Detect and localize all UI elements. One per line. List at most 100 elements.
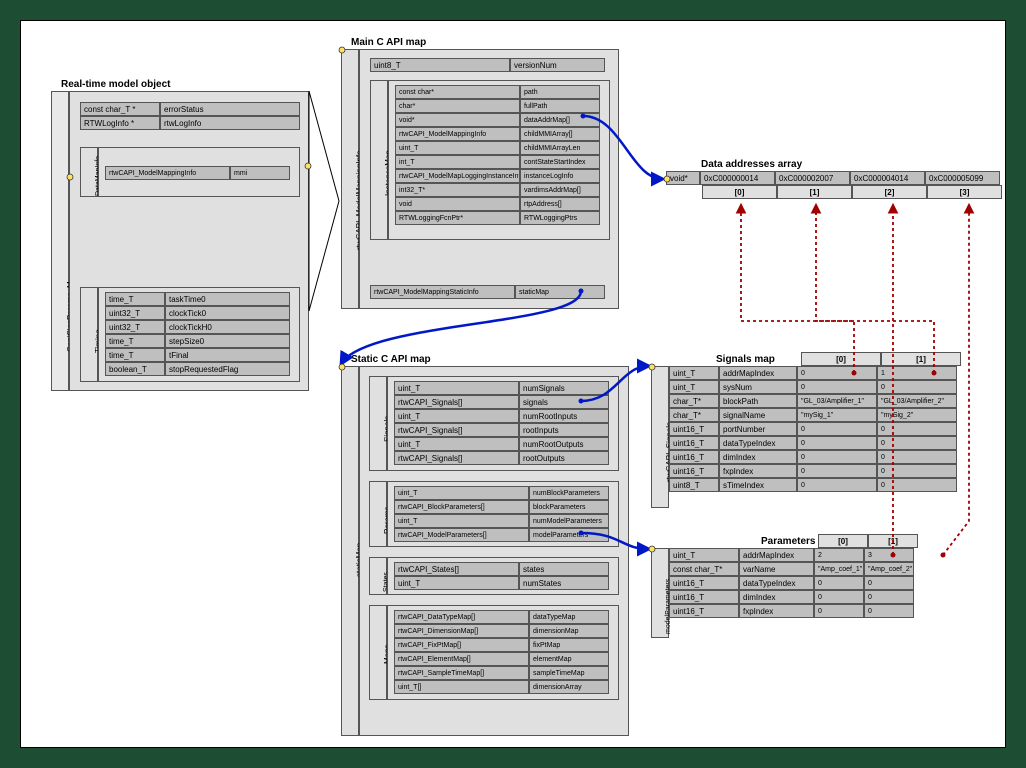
name-cell: dataTypeIndex [719,436,797,450]
addr-value: 0xC000000014 [700,171,775,185]
type-cell: time_T [105,348,165,362]
type-cell: uint32_T [105,320,165,334]
type-cell: uint16_T [669,436,719,450]
static-st-strip: States [369,557,387,595]
name-cell: path [520,85,600,99]
type-cell: uint16_T [669,604,739,618]
static-par-strip: Params [369,481,387,547]
type-cell: const char_T * [80,102,160,116]
addr-type: void* [666,171,700,185]
type-cell: rtwCAPI_ModelMappingStaticInfo [370,285,515,299]
name-cell: tFinal [165,348,290,362]
addr-index: [3] [927,185,1002,199]
value-cell: 0 [877,478,957,492]
static-outer-strip: staticMap [341,366,359,736]
name-cell: errorStatus [160,102,300,116]
name-cell: sampleTimeMap [529,666,609,680]
value-cell: 0 [864,604,914,618]
type-cell: rtwCAPI_DataTypeMap[] [394,610,529,624]
static-mp-box: rtwCAPI_DataTypeMap[]dataTypeMaprtwCAPI_… [387,605,619,700]
title-addr: Data addresses array [701,159,802,170]
name-cell: fxpIndex [739,604,814,618]
addr-value: 0xC000005099 [925,171,1000,185]
type-cell: uint_T [395,141,520,155]
name-cell: numStates [519,576,609,590]
name-cell: taskTime0 [165,292,290,306]
triangle-connector [309,91,339,311]
type-cell: boolean_T [105,362,165,376]
type-cell: time_T [105,334,165,348]
value-cell: 0 [797,436,877,450]
arrow-sig0 [741,205,854,373]
sigmap-table: [0][1]uint_TaddrMapIndex01uint_TsysNum00… [669,352,961,492]
name-cell: blockPath [719,394,797,408]
name-cell: addrMapIndex [739,548,814,562]
type-cell: rtwCAPI_SampleTimeMap[] [394,666,529,680]
name-cell: numRootOutputs [519,437,609,451]
value-cell: 0 [797,380,877,394]
value-cell: 0 [797,450,877,464]
type-cell: const char_T* [669,562,739,576]
name-cell: numRootInputs [519,409,609,423]
type-cell: uint16_T [669,590,739,604]
name-cell: fullPath [520,99,600,113]
name-cell: dataTypeIndex [739,576,814,590]
name-cell: mmi [230,166,290,180]
name-cell: rtpAddress[] [520,197,600,211]
type-cell: rtwCAPI_DimensionMap[] [394,624,529,638]
value-cell: 3 [864,548,914,562]
arrow-sig1 [816,205,934,373]
rtm-dmi-box: rtwCAPI_ModelMappingInfommi [98,147,300,197]
name-cell: contStateStartIndex [520,155,600,169]
type-cell: void* [395,113,520,127]
main-top-row: uint8_TversionNum [370,58,610,72]
type-cell: uint16_T [669,422,719,436]
parammap-table: [0][1]uint_TaddrMapIndex23const char_T*v… [669,534,918,618]
value-cell: 0 [797,478,877,492]
name-cell: RTWLoggingPtrs [520,211,600,225]
main-inst-rows: const char*pathchar*fullPathvoid*dataAdd… [395,85,605,225]
type-cell: RTWLoggingFcnPtr* [395,211,520,225]
type-cell: uint_T [394,381,519,395]
name-cell: fixPtMap [529,638,609,652]
name-cell: versionNum [510,58,605,72]
name-cell: stopRequestedFlag [165,362,290,376]
static-st-box: rtwCAPI_States[]statesuint_TnumStates [387,557,619,595]
type-cell: uint_T [394,576,519,590]
static-par-rows: uint_TnumBlockParametersrtwCAPI_BlockPar… [394,486,614,542]
type-cell: int32_T* [395,183,520,197]
value-cell: 0 [877,436,957,450]
diagram-stage: Real-time model object CapiSigsParams_M … [20,20,1006,748]
rtm-outer-strip: CapiSigsParams_M [51,91,69,391]
addr-value: 0xC000004014 [850,171,925,185]
static-par-box: uint_TnumBlockParametersrtwCAPI_BlockPar… [387,481,619,547]
type-cell: const char* [395,85,520,99]
rtm-box: const char_T *errorStatusRTWLogInfo *rtw… [69,91,309,391]
main-box: uint8_TversionNum InstanceMap const char… [359,49,619,309]
name-cell: clockTickH0 [165,320,290,334]
static-st-rows: rtwCAPI_States[]statesuint_TnumStates [394,562,614,590]
value-cell: 2 [814,548,864,562]
name-cell: rtwLogInfo [160,116,300,130]
name-cell: staticMap [515,285,605,299]
name-cell: stepSize0 [165,334,290,348]
type-cell: rtwCAPI_BlockParameters[] [394,500,529,514]
name-cell: rootInputs [519,423,609,437]
type-cell: time_T [105,292,165,306]
value-cell: 1 [877,366,957,380]
name-cell: instanceLogInfo [520,169,600,183]
parammap-strip: modelParameters [651,548,669,638]
main-inst-strip: InstanceMap [370,80,388,240]
value-cell: 0 [797,464,877,478]
name-cell: fxpIndex [719,464,797,478]
col-header: [1] [881,352,961,366]
value-cell: "mySig_1" [797,408,877,422]
type-cell: rtwCAPI_ElementMap[] [394,652,529,666]
type-cell: char_T* [669,394,719,408]
type-cell: rtwCAPI_Signals[] [394,451,519,465]
type-cell: rtwCAPI_ModelMappingInfo [105,166,230,180]
addr-index: [1] [777,185,852,199]
rtm-top-rows: const char_T *errorStatusRTWLogInfo *rtw… [80,102,300,130]
type-cell: rtwCAPI_Signals[] [394,395,519,409]
static-mp-strip: Maps [369,605,387,700]
